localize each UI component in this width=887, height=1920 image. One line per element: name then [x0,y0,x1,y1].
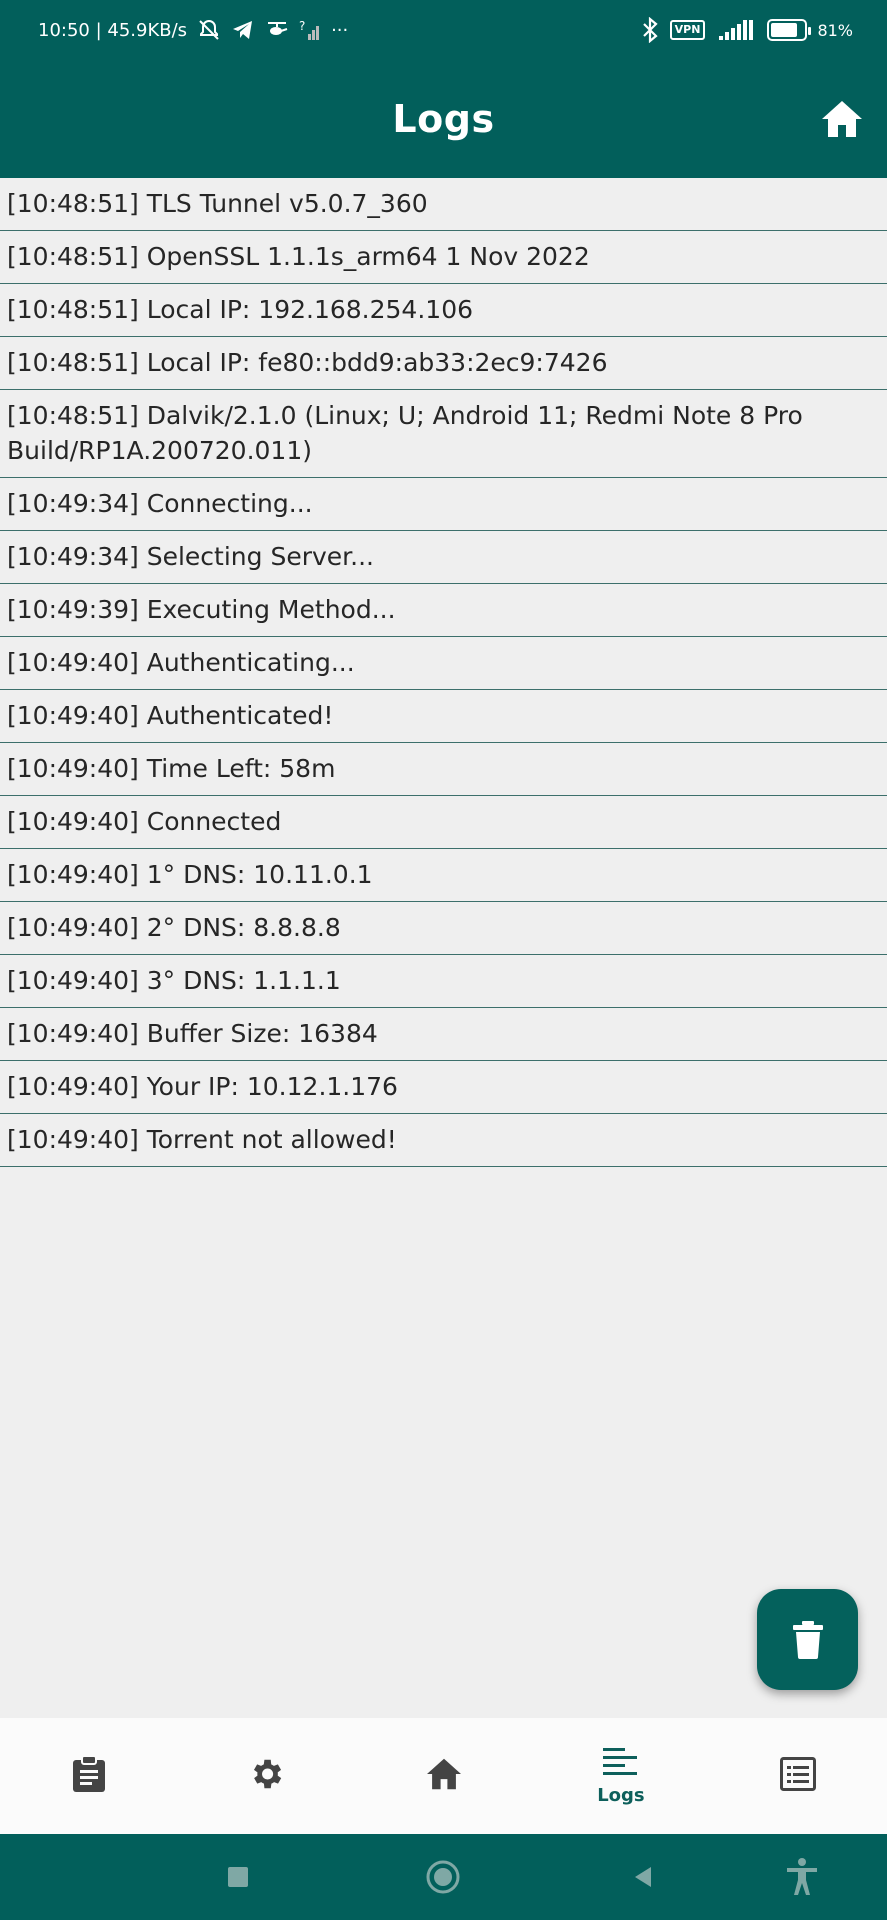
list-icon [780,1757,817,1791]
battery-percent: 81% [817,20,853,40]
cell-signal-icon [715,16,757,44]
bluetooth-icon [640,16,660,44]
nav-item-list[interactable] [710,1718,887,1834]
system-home-button[interactable] [413,1834,473,1920]
home-icon [822,101,862,137]
log-entry: [10:48:51] Local IP: fe80::bdd9:ab33:2ec… [0,337,887,390]
circle-icon [426,1860,460,1894]
system-navigation-bar [0,1834,887,1920]
recents-button[interactable] [208,1834,268,1920]
log-entry: [10:48:51] OpenSSL 1.1.1s_arm64 1 Nov 20… [0,231,887,284]
log-entry: [10:49:34] Selecting Server... [0,531,887,584]
back-button[interactable] [613,1834,673,1920]
log-entry: [10:49:40] Buffer Size: 16384 [0,1008,887,1061]
log-entry: [10:48:51] Local IP: 192.168.254.106 [0,284,887,337]
bottom-navigation: Logs [0,1718,887,1834]
battery-fill [771,23,798,37]
clipboard-icon [72,1755,105,1792]
log-entry: [10:49:40] 1° DNS: 10.11.0.1 [0,849,887,902]
status-bar: 10:50 | 45.9KB/s ? ··· VPN 81% [0,0,887,60]
log-entry: [10:48:51] TLS Tunnel v5.0.7_360 [0,178,887,231]
square-icon [228,1867,248,1887]
gear-icon [254,1759,282,1789]
log-entry: [10:49:34] Connecting... [0,478,887,531]
log-entry: [10:49:40] Torrent not allowed! [0,1114,887,1167]
accessibility-icon [787,1858,817,1895]
battery-icon [767,19,812,41]
status-bar-left: 10:50 | 45.9KB/s ? ··· [38,16,348,44]
app-bar: Logs [0,60,887,178]
bell-muted-icon [197,16,221,44]
accessibility-button[interactable] [772,1834,832,1920]
log-entry: [10:49:40] 2° DNS: 8.8.8.8 [0,902,887,955]
telegram-icon [231,16,255,44]
nav-item-clipboard[interactable] [0,1718,177,1834]
vpn-badge: VPN [669,20,706,40]
svg-text:?: ? [299,19,305,33]
log-entry: [10:49:40] Your IP: 10.12.1.176 [0,1061,887,1114]
nav-item-settings[interactable] [177,1718,354,1834]
status-more: ··· [331,19,349,41]
log-entry: [10:49:39] Executing Method... [0,584,887,637]
log-entry: [10:49:40] 3° DNS: 1.1.1.1 [0,955,887,1008]
helicopter-icon [265,16,289,44]
log-entry: [10:49:40] Authenticated! [0,690,887,743]
back-triangle-icon [635,1867,651,1887]
log-list: [10:48:51] TLS Tunnel v5.0.7_360 [10:48:5… [0,178,887,1167]
page-title: Logs [392,97,495,141]
log-entry: [10:49:40] Authenticating... [0,637,887,690]
top-bar: 10:50 | 45.9KB/s ? ··· VPN 81% Logs [0,0,887,178]
log-entry: [10:48:51] Dalvik/2.1.0 (Linux; U; Andro… [0,390,887,478]
log-entry: [10:49:40] Connected [0,796,887,849]
nav-item-logs[interactable]: Logs [532,1718,709,1834]
home-button[interactable] [819,96,865,142]
home-icon [426,1758,461,1790]
clear-logs-button[interactable] [757,1589,858,1690]
no-signal-icon: ? [299,16,321,44]
app-root: 10:50 | 45.9KB/s ? ··· VPN 81% Logs [10:… [0,0,887,1920]
log-entry: [10:49:40] Time Left: 58m [0,743,887,796]
logs-icon [602,1747,637,1775]
nav-label-logs: Logs [597,1784,645,1806]
trash-icon [792,1620,823,1659]
nav-item-home[interactable] [355,1718,532,1834]
status-time-speed: 10:50 | 45.9KB/s [38,19,188,41]
status-bar-right: VPN 81% [640,16,853,44]
